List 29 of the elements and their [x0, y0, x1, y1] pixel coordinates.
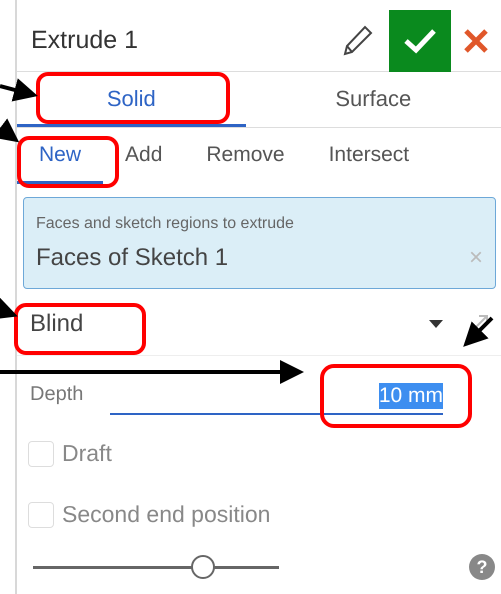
slider-thumb[interactable]	[190, 555, 215, 579]
tab[interactable]: Solid	[17, 72, 246, 127]
check-icon	[403, 28, 437, 54]
selected-item-label: Faces of Sketch 1	[36, 243, 228, 273]
help-button[interactable]: ?	[469, 554, 495, 580]
checkbox-label: Draft	[62, 439, 112, 468]
field-label: Faces and sketch regions to extrude	[36, 214, 295, 234]
depth-label: Depth	[30, 382, 84, 407]
dialog-title: Extrude 1	[30, 24, 140, 56]
end-type-dropdown[interactable]: Blind	[30, 306, 429, 342]
checkbox[interactable]	[28, 440, 54, 466]
callout-arrow	[463, 316, 494, 347]
tab[interactable]: Remove	[184, 128, 307, 184]
pencil-icon[interactable]	[341, 24, 373, 58]
tab[interactable]: Surface	[246, 72, 501, 127]
callout-arrow	[0, 296, 18, 320]
slider-track[interactable]	[33, 554, 279, 580]
selection-field[interactable]: Faces and sketch regions to extrude Faces of Sketch 1 ×	[23, 197, 496, 289]
callout-arrow	[0, 118, 20, 142]
callout-arrow	[0, 78, 38, 102]
tab[interactable]: New	[17, 128, 104, 184]
confirm-button[interactable]	[389, 10, 451, 72]
caret-icon[interactable]	[429, 320, 443, 328]
checkbox-label: Second end position	[62, 500, 270, 530]
close-icon	[463, 28, 489, 54]
checkbox[interactable]	[28, 502, 54, 528]
tab[interactable]: Intersect	[306, 128, 432, 184]
tab[interactable]: Add	[103, 128, 184, 184]
depth-value: 10 mm	[378, 383, 443, 409]
